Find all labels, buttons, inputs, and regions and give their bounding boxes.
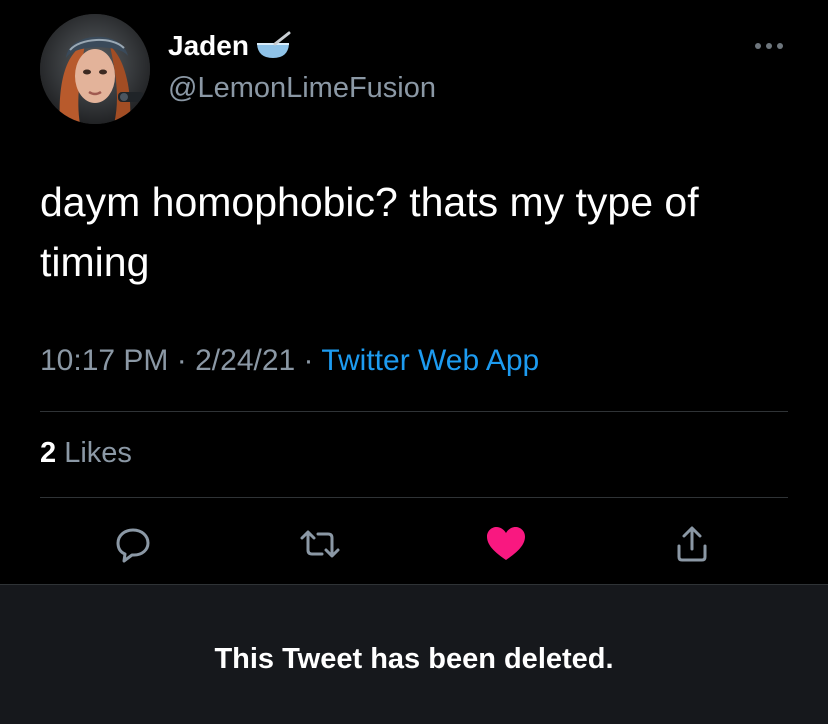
- tweet-card: Jaden @LemonLimeFusion daym homophobic? …: [0, 0, 828, 584]
- reply-button[interactable]: [111, 522, 155, 566]
- reply-icon: [116, 528, 150, 563]
- avatar-image: [40, 14, 150, 124]
- more-options-icon[interactable]: [750, 36, 790, 56]
- like-icon: [487, 527, 525, 560]
- share-button[interactable]: [670, 522, 714, 566]
- retweet-icon: [300, 530, 340, 558]
- likes-count-link[interactable]: 2 Likes: [40, 437, 132, 470]
- bowl-spoon-icon: [251, 30, 295, 62]
- like-button[interactable]: [484, 522, 528, 566]
- avatar[interactable]: [40, 14, 150, 124]
- separator-dot: ·: [303, 344, 314, 377]
- tweet-metadata: 10:17 PM · 2/24/21 · Twitter Web App: [40, 344, 539, 378]
- author-name[interactable]: Jaden: [168, 30, 295, 62]
- author-name-text: Jaden: [168, 30, 249, 61]
- divider: [40, 411, 788, 412]
- tweet-source-link[interactable]: Twitter Web App: [321, 344, 539, 377]
- tweet-time[interactable]: 10:17 PM: [40, 344, 168, 377]
- retweet-button[interactable]: [298, 522, 342, 566]
- share-icon: [677, 526, 707, 562]
- deleted-tweet-notice: This Tweet has been deleted.: [214, 643, 614, 675]
- likes-label: Likes: [56, 437, 132, 469]
- tweet-text: daym homophobic? thats my type of timing: [40, 179, 699, 285]
- author-handle[interactable]: @LemonLimeFusion: [168, 72, 436, 105]
- likes-count: 2: [40, 437, 57, 469]
- divider: [40, 497, 788, 498]
- separator-dot: ·: [176, 344, 187, 377]
- tweet-date[interactable]: 2/24/21: [195, 344, 295, 377]
